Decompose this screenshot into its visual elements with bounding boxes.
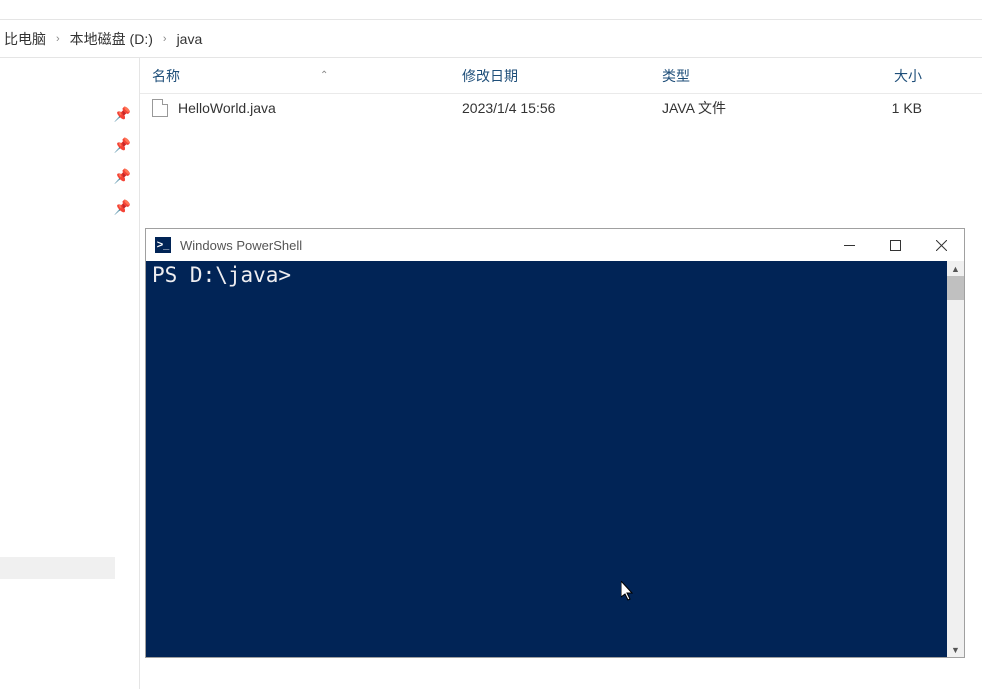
scroll-down-icon[interactable]: ▼ <box>947 642 964 657</box>
window-titlebar[interactable]: >_ Windows PowerShell <box>146 229 964 261</box>
file-size: 1 KB <box>842 100 942 116</box>
pin-icon[interactable]: 📌 <box>114 168 131 185</box>
sort-indicator-icon: ⌃ <box>320 70 328 81</box>
pin-icon[interactable]: 📌 <box>114 137 131 154</box>
terminal-body[interactable]: PS D:\java> ▲ ▼ <box>146 261 964 657</box>
breadcrumb: 比电脑 › 本地磁盘 (D:) › java <box>0 20 982 58</box>
column-header-type[interactable]: 类型 <box>662 66 842 86</box>
breadcrumb-item-folder[interactable]: java <box>173 31 207 47</box>
column-header-name[interactable]: 名称 ⌃ <box>152 66 462 86</box>
column-header-size[interactable]: 大小 <box>842 66 942 86</box>
scroll-up-icon[interactable]: ▲ <box>947 261 964 276</box>
file-type: JAVA 文件 <box>662 98 842 118</box>
nav-pane: 📌 📌 📌 📌 <box>0 58 140 689</box>
maximize-button[interactable] <box>872 229 918 261</box>
main-area: 📌 📌 📌 📌 名称 ⌃ 修改日期 类型 大小 HelloWorld.java … <box>0 58 982 689</box>
terminal-content: PS D:\java> <box>146 261 947 657</box>
minimize-button[interactable] <box>826 229 872 261</box>
powershell-window: >_ Windows PowerShell PS D:\java> <box>145 228 965 658</box>
chevron-right-icon[interactable]: › <box>157 33 173 45</box>
pin-icon[interactable]: 📌 <box>114 106 131 123</box>
column-header-row: 名称 ⌃ 修改日期 类型 大小 <box>140 58 982 94</box>
file-icon <box>152 99 168 117</box>
scrollbar[interactable]: ▲ ▼ <box>947 261 964 657</box>
pin-icon[interactable]: 📌 <box>114 199 131 216</box>
scrollbar-thumb[interactable] <box>947 276 964 300</box>
breadcrumb-item-computer[interactable]: 比电脑 <box>0 29 50 49</box>
close-button[interactable] <box>918 229 964 261</box>
chevron-right-icon[interactable]: › <box>50 33 66 45</box>
file-name: HelloWorld.java <box>178 100 462 116</box>
top-toolbar <box>0 0 982 20</box>
nav-item[interactable] <box>0 557 115 579</box>
window-title: Windows PowerShell <box>180 238 826 253</box>
powershell-icon: >_ <box>154 236 172 254</box>
file-list-area: 名称 ⌃ 修改日期 类型 大小 HelloWorld.java 2023/1/4… <box>140 58 982 689</box>
file-date: 2023/1/4 15:56 <box>462 100 662 116</box>
column-header-date[interactable]: 修改日期 <box>462 66 662 86</box>
breadcrumb-item-drive[interactable]: 本地磁盘 (D:) <box>66 29 157 49</box>
window-controls <box>826 229 964 261</box>
file-row[interactable]: HelloWorld.java 2023/1/4 15:56 JAVA 文件 1… <box>140 94 982 122</box>
column-label: 名称 <box>152 66 180 86</box>
